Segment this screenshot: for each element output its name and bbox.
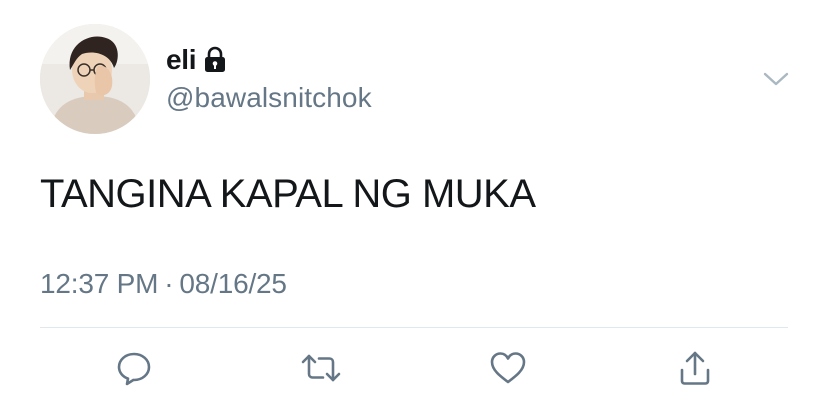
tweet-timestamp[interactable]: 12:37 PM · 08/16/25 [40, 268, 287, 300]
timestamp-separator: · [164, 268, 174, 299]
tweet-text: TANGINA KAPAL NG MUKA [40, 172, 536, 216]
share-button[interactable] [673, 346, 717, 390]
reply-icon [117, 352, 151, 386]
reply-button[interactable] [112, 346, 156, 390]
tweet-actions [0, 346, 828, 398]
avatar-image [40, 24, 150, 134]
author-name-row[interactable]: eli [166, 44, 228, 76]
display-name[interactable]: eli [166, 44, 197, 76]
tweet-detail: eli @bawalsnitchok TANGINA KAPAL NG MUKA… [0, 0, 828, 417]
share-icon [680, 351, 710, 385]
lock-icon [202, 46, 228, 74]
heart-icon [490, 352, 526, 384]
tweet-date: 08/16/25 [179, 268, 287, 299]
retweet-button[interactable] [299, 346, 343, 390]
divider [40, 327, 788, 328]
like-button[interactable] [486, 346, 530, 390]
user-handle[interactable]: @bawalsnitchok [166, 82, 372, 114]
retweet-icon [301, 354, 341, 382]
avatar[interactable] [40, 24, 150, 134]
tweet-time: 12:37 PM [40, 268, 159, 299]
more-options-chevron-down-icon[interactable] [762, 70, 790, 88]
